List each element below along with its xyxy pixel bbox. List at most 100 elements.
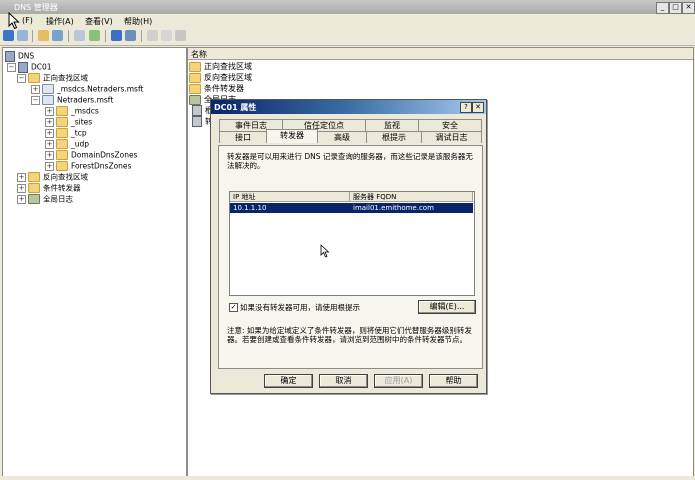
collapse-icon[interactable]: − [7,62,16,72]
new-icon[interactable] [161,30,172,41]
record-icon [192,116,202,127]
show-hide-tree-icon[interactable] [52,30,63,41]
menu-file[interactable]: (F) [22,16,33,25]
folder-icon [56,106,68,116]
tree-item-child[interactable]: + _tcp [45,127,87,138]
dialog-title-bar[interactable]: DC01 属性 ? ✕ [211,100,486,114]
forwarder-row-selected[interactable]: 10.1.1.10 imail01.emithome.com [230,203,473,213]
refresh-icon[interactable] [89,30,100,41]
tree-item-child[interactable]: + _sites [45,116,92,127]
properties-icon[interactable] [74,30,85,41]
back-icon[interactable] [3,30,14,41]
use-root-hints-label[interactable]: 如果没有转发器可用，请使用根提示 [240,303,360,312]
collapse-icon[interactable]: − [31,95,40,105]
note-text: 注意: 如果为给定域定义了条件转发器，则将使用它们代替服务器级别转发器。若要创建… [227,326,472,344]
tree-item-child[interactable]: + ForestDnsZones [45,160,131,171]
folder-icon [56,139,68,149]
forwarder-ip: 10.1.1.10 [233,204,267,212]
forwarders-list[interactable]: IP 地址 服务器 FQDN 10.1.1.10 imail01.emithom… [229,191,475,296]
record-icon[interactable] [147,30,158,41]
tree-item-forward-zones[interactable]: − 正向查找区域 [17,72,88,83]
tab-root-hints[interactable]: 根提示 [366,131,422,143]
folder-icon [28,183,40,193]
edit-button[interactable]: 编辑(E)... [418,300,476,314]
forwarders-description: 转发器是可以用来进行 DNS 记录查询的服务器，而这些记录是该服务器无法解决的。 [227,152,473,170]
help-icon[interactable] [111,30,122,41]
collapse-icon[interactable]: − [17,73,26,83]
menu-action[interactable]: 操作(A) [46,16,74,27]
menu-help[interactable]: 帮助(H) [124,16,152,27]
tab-interfaces[interactable]: 接口 [219,131,267,143]
expand-icon[interactable]: + [45,106,54,116]
folder-icon [56,150,68,160]
list-item[interactable]: 正向查找区域 [189,61,252,72]
dialog-close-button[interactable]: ✕ [472,102,484,113]
toolbar [0,27,695,46]
folder-icon [28,172,40,182]
column-header-fqdn[interactable]: 服务器 FQDN [350,192,473,202]
forwarder-fqdn: imail01.emithome.com [353,204,434,212]
menu-bar: (F) 操作(A) 查看(V) 帮助(H) [0,14,695,27]
expand-icon[interactable]: + [17,172,26,182]
forward-icon[interactable] [17,30,28,41]
filter-icon[interactable] [175,30,186,41]
folder-icon [56,128,68,138]
expand-icon[interactable]: + [45,128,54,138]
tree-item-conditional-forwarders[interactable]: + 条件转发器 [17,182,81,193]
tree-item-msdcs-zone[interactable]: + _msdcs.Netraders.msft [31,83,143,94]
help-button[interactable]: 帮助 [429,374,478,388]
apply-button[interactable]: 应用(A) [374,374,423,388]
properties-dialog: DC01 属性 ? ✕ 事件日志 信任定位点 监视 安全 接口 转发器 高级 根… [210,99,487,394]
tab-forwarders[interactable]: 转发器 [266,129,318,143]
folder-icon [56,161,68,171]
maximize-button[interactable]: □ [669,2,682,14]
use-root-hints-checkbox[interactable]: ✓ [229,303,238,312]
menu-view[interactable]: 查看(V) [85,16,113,27]
tree-item-child[interactable]: + DomainDnsZones [45,149,138,160]
dialog-title: DC01 属性 [214,103,257,112]
column-header-ip[interactable]: IP 地址 [230,192,350,202]
list-item[interactable]: 条件转发器 [189,83,244,94]
console-icon[interactable] [125,30,136,41]
tree-item-child[interactable]: + _msdcs [45,105,99,116]
ok-button[interactable]: 确定 [264,374,313,388]
tree-item-reverse-zones[interactable]: + 反向查找区域 [17,171,88,182]
tab-monitoring[interactable]: 监视 [365,119,419,131]
minimize-button[interactable]: _ [656,2,669,14]
tab-advanced[interactable]: 高级 [317,131,367,143]
expand-icon[interactable]: + [17,183,26,193]
tab-security[interactable]: 安全 [418,119,482,131]
toolbar-separator [68,30,69,42]
tree-item-dns[interactable]: DNS [5,50,34,62]
folder-icon [189,72,201,83]
cancel-button[interactable]: 取消 [319,374,368,388]
tree-item-server[interactable]: − DC01 [7,61,52,73]
help-question-button[interactable]: ? [460,102,472,113]
expand-icon[interactable]: + [31,84,40,94]
list-item[interactable]: 反向查找区域 [189,72,252,83]
record-icon [192,105,202,116]
mouse-cursor-icon [320,244,330,258]
up-folder-icon[interactable] [38,30,49,41]
expand-icon[interactable]: + [45,161,54,171]
expand-icon[interactable]: + [45,139,54,149]
close-button[interactable]: ✕ [682,2,695,14]
tree-item-child[interactable]: + _udp [45,138,89,149]
folder-icon [189,61,201,72]
expand-icon[interactable]: + [45,150,54,160]
console-tree: DNS − DC01 − 正向查找区域 + _msdcs.Netraders.msft… [2,47,187,477]
expand-icon[interactable]: + [45,117,54,127]
tab-panel-forwarders: 转发器是可以用来进行 DNS 记录查询的服务器，而这些记录是该服务器无法解决的。… [218,145,483,369]
toolbar-separator [141,30,142,42]
mouse-cursor-icon [8,12,20,30]
folder-icon [28,73,40,83]
expand-icon[interactable]: + [17,194,26,204]
log-icon [189,94,201,105]
window-title: DNS 管理器 [14,3,58,12]
tree-item-global-logs[interactable]: + 全局日志 [17,193,73,204]
folder-icon [56,117,68,127]
tab-debug-logging[interactable]: 调试日志 [421,131,482,143]
column-header-name[interactable]: 名称 [188,48,693,60]
status-bar [0,476,695,480]
tree-item-zone[interactable]: − Netraders.msft [31,94,113,105]
